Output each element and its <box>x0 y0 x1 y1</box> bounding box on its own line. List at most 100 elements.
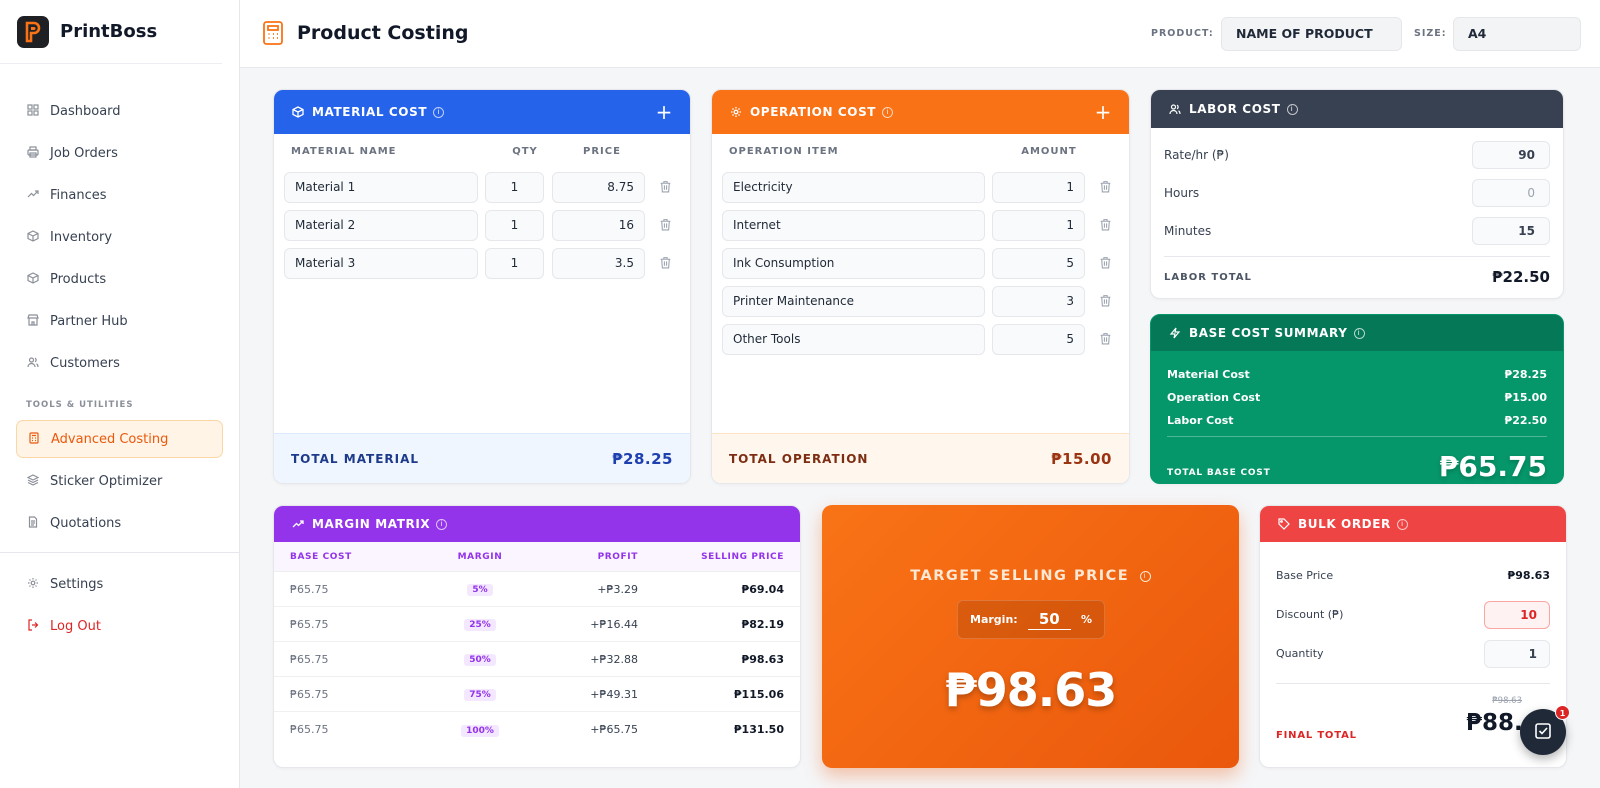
operation-amount-input[interactable]: 1 <box>992 209 1085 241</box>
margin-input[interactable]: 50 <box>1027 609 1071 630</box>
sidebar-item-logout[interactable]: Log Out <box>16 607 223 645</box>
sidebar-item-quotations[interactable]: Quotations <box>16 504 223 542</box>
operation-amount-input[interactable]: 1 <box>992 171 1085 203</box>
col-profit: PROFIT <box>597 551 638 562</box>
margin-cell: 50% <box>440 652 520 666</box>
users-icon <box>26 356 40 370</box>
trash-icon[interactable] <box>1099 332 1113 346</box>
labor-cost-title: LABOR COST <box>1189 102 1281 116</box>
rate-input[interactable]: 90 <box>1472 141 1550 169</box>
operation-item-input[interactable]: Other Tools <box>722 323 985 355</box>
trash-icon[interactable] <box>659 218 673 232</box>
sidebar: PrintBoss Dashboard Job Orders Finances … <box>0 0 240 788</box>
trash-icon[interactable] <box>659 180 673 194</box>
info-icon[interactable]: i <box>436 518 448 530</box>
sidebar-item-partner-hub[interactable]: Partner Hub <box>16 302 223 340</box>
tag-icon <box>1277 517 1291 531</box>
quantity-label: Quantity <box>1276 647 1324 660</box>
product-name-input[interactable]: NAME OF PRODUCT <box>1221 17 1402 51</box>
gear-icon <box>729 105 743 119</box>
material-name-input[interactable]: Material 1 <box>284 171 478 203</box>
quantity-input[interactable]: 1 <box>1484 639 1550 668</box>
sidebar-item-advanced-costing[interactable]: Advanced Costing <box>16 420 223 458</box>
sidebar-item-finances[interactable]: Finances <box>16 176 223 214</box>
margin-cell: 75% <box>440 687 520 701</box>
margin-matrix-card: MARGIN MATRIX i BASE COST MARGIN PROFIT … <box>273 505 801 768</box>
minutes-input[interactable]: 15 <box>1472 217 1550 245</box>
operation-item-input[interactable]: Internet <box>722 209 985 241</box>
material-price-input[interactable]: 16 <box>552 209 645 241</box>
operation-item-input[interactable]: Ink Consumption <box>722 247 985 279</box>
trash-icon[interactable] <box>1099 218 1113 232</box>
sidebar-item-settings[interactable]: Settings <box>16 565 223 603</box>
col-material-name: MATERIAL NAME <box>291 145 397 157</box>
operation-cost-header: OPERATION COST i + <box>712 90 1129 134</box>
nav-section-label: TOOLS & UTILITIES <box>26 400 134 410</box>
margin-matrix-columns: BASE COST MARGIN PROFIT SELLING PRICE <box>274 542 800 572</box>
add-material-button[interactable]: + <box>656 102 673 122</box>
info-icon[interactable]: i <box>1353 327 1365 339</box>
selling-price-cell: ₱82.19 <box>741 617 784 631</box>
table-row[interactable]: ₱65.75 5% +₱3.29 ₱69.04 <box>274 572 800 607</box>
size-input[interactable]: A4 <box>1453 17 1581 51</box>
trash-icon[interactable] <box>1099 180 1113 194</box>
operation-amount-input[interactable]: 5 <box>992 247 1085 279</box>
info-icon[interactable]: i <box>882 106 894 118</box>
users-icon <box>1168 102 1182 116</box>
operation-amount-input[interactable]: 5 <box>992 323 1085 355</box>
tasks-fab-button[interactable]: 1 <box>1520 705 1570 755</box>
col-margin: MARGIN <box>457 551 503 562</box>
info-icon[interactable]: i <box>1139 570 1151 582</box>
base-price-label: Base Price <box>1276 569 1334 582</box>
info-icon[interactable]: i <box>1396 518 1408 530</box>
material-name-input[interactable]: Material 3 <box>284 247 478 279</box>
operation-item-input[interactable]: Electricity <box>722 171 985 203</box>
bulk-quantity-row: Quantity 1 <box>1260 634 1566 673</box>
table-row[interactable]: ₱65.75 25% +₱16.44 ₱82.19 <box>274 607 800 642</box>
bulk-order-title: BULK ORDER <box>1298 517 1391 531</box>
profit-cell: +₱49.31 <box>590 687 638 701</box>
col-amount: AMOUNT <box>1021 145 1077 157</box>
original-total-strikethrough: ₱98.63 <box>1492 696 1522 706</box>
sidebar-item-products[interactable]: Products <box>16 260 223 298</box>
sidebar-item-customers[interactable]: Customers <box>16 344 223 382</box>
table-row[interactable]: ₱65.75 50% +₱32.88 ₱98.63 <box>274 642 800 677</box>
discount-label: Discount (₱) <box>1276 608 1344 621</box>
minutes-label: Minutes <box>1164 224 1212 238</box>
material-qty-input[interactable]: 1 <box>485 247 544 279</box>
trash-icon[interactable] <box>1099 256 1113 270</box>
hours-input[interactable]: 0 <box>1472 179 1550 207</box>
sidebar-item-inventory[interactable]: Inventory <box>16 218 223 256</box>
table-row[interactable]: ₱65.75 75% +₱49.31 ₱115.06 <box>274 677 800 712</box>
target-price-value: ₱98.63 <box>944 663 1118 717</box>
base-row-value: ₱22.50 <box>1504 414 1547 427</box>
material-price-input[interactable]: 3.5 <box>552 247 645 279</box>
material-qty-input[interactable]: 1 <box>485 171 544 203</box>
sidebar-item-sticker-optimizer[interactable]: Sticker Optimizer <box>16 462 223 500</box>
add-operation-button[interactable]: + <box>1095 102 1112 122</box>
trash-icon[interactable] <box>659 256 673 270</box>
material-price-input[interactable]: 8.75 <box>552 171 645 203</box>
sidebar-item-dashboard[interactable]: Dashboard <box>16 92 223 130</box>
base-cost-cell: ₱65.75 <box>290 582 329 596</box>
info-icon[interactable]: i <box>1286 103 1298 115</box>
gear-icon <box>26 577 40 591</box>
sidebar-item-job-orders[interactable]: Job Orders <box>16 134 223 172</box>
trash-icon[interactable] <box>1099 294 1113 308</box>
info-icon[interactable]: i <box>433 106 445 118</box>
table-row[interactable]: ₱65.75 100% +₱65.75 ₱131.50 <box>274 712 800 747</box>
brand[interactable]: PrintBoss <box>0 0 222 64</box>
col-qty: QTY <box>512 145 538 157</box>
document-icon <box>26 516 40 530</box>
calculator-icon <box>262 20 284 46</box>
notification-badge: 1 <box>1555 705 1570 720</box>
material-qty-input[interactable]: 1 <box>485 209 544 241</box>
discount-input[interactable]: 10 <box>1484 600 1550 629</box>
product-label: PRODUCT: <box>1151 28 1214 39</box>
labor-cost-header: LABOR COST i <box>1151 90 1563 128</box>
material-name-input[interactable]: Material 2 <box>284 209 478 241</box>
store-icon <box>26 314 40 328</box>
operation-amount-input[interactable]: 3 <box>992 285 1085 317</box>
operation-item-input[interactable]: Printer Maintenance <box>722 285 985 317</box>
operation-row: Other Tools 5 <box>712 320 1129 358</box>
